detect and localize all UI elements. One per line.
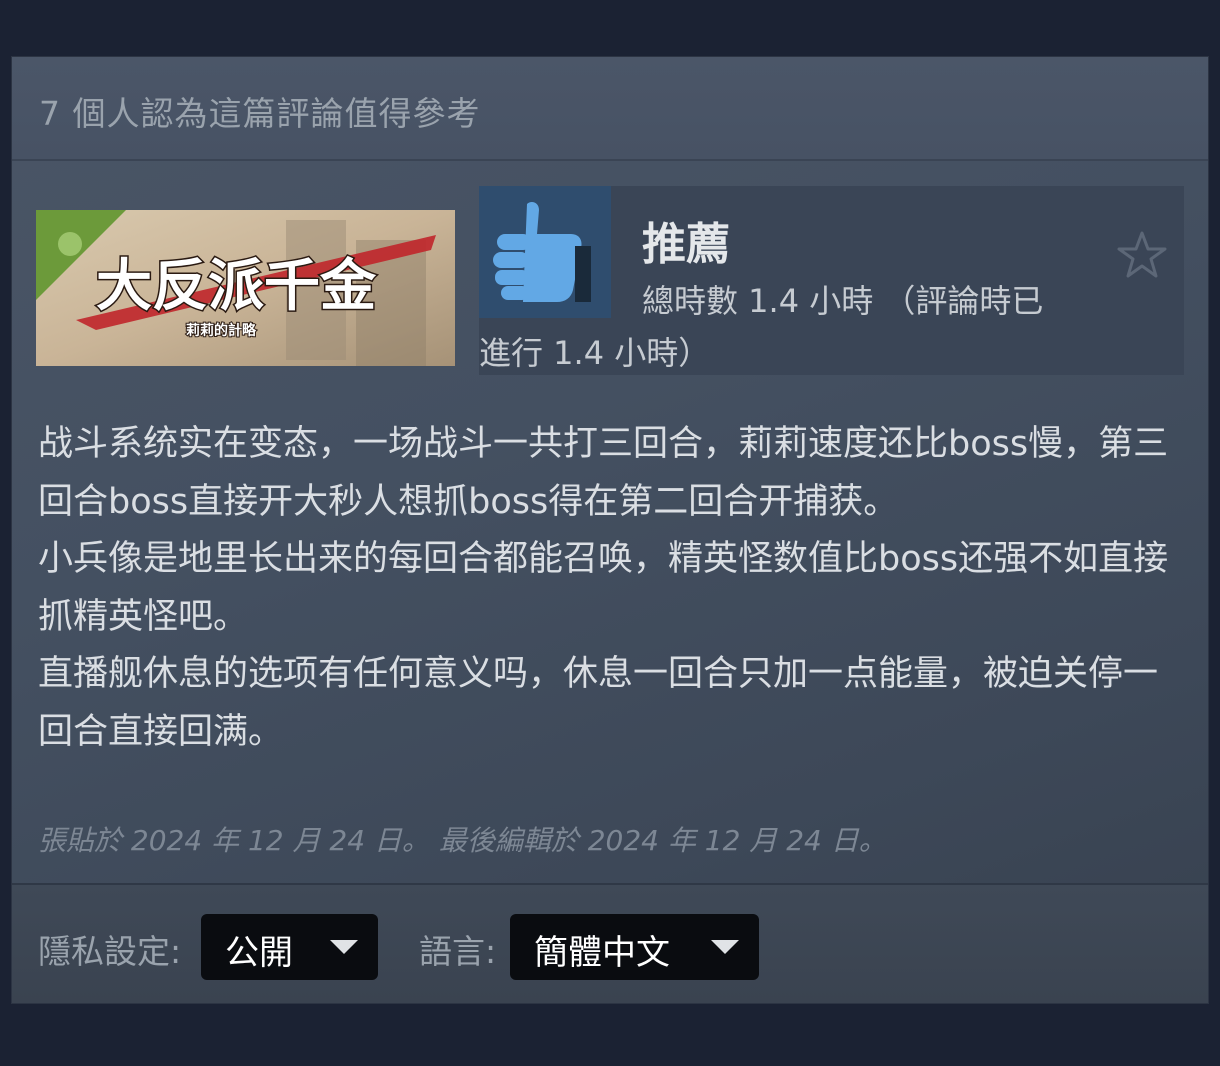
playtime-text-line1: 總時數 1.4 小時 （評論時已 bbox=[642, 282, 1044, 320]
chevron-down-icon bbox=[330, 940, 358, 954]
review-body: 战斗系统实在变态，一场战斗一共打三回合，莉莉速度还比boss慢，第三回合boss… bbox=[38, 416, 1188, 761]
recommendation-box: 推薦 總時數 1.4 小時 （評論時已 進行 1.4 小時） bbox=[479, 186, 1184, 375]
helpful-count-text: 7 個人認為這篇評論值得參考 bbox=[39, 94, 481, 133]
star-icon[interactable] bbox=[1116, 230, 1168, 282]
game-capsule-image[interactable]: 大反派千金 莉莉的計略 bbox=[36, 210, 455, 366]
recommendation-label: 推薦 bbox=[642, 219, 730, 270]
playtime-text-line2: 進行 1.4 小時） bbox=[479, 334, 711, 372]
review-paragraph: 战斗系统实在变态，一场战斗一共打三回合，莉莉速度还比boss慢，第三回合boss… bbox=[38, 424, 1169, 522]
language-select[interactable]: 簡體中文 bbox=[510, 914, 759, 980]
review-paragraph: 直播舰休息的选项有任何意义吗，休息一回合只加一点能量，被迫关停一回合直接回满。 bbox=[38, 654, 1159, 752]
game-title-art: 大反派千金 bbox=[96, 253, 377, 319]
game-subtitle-art: 莉莉的計略 bbox=[186, 322, 257, 339]
privacy-select-value: 公開 bbox=[225, 933, 293, 973]
review-paragraph: 小兵像是地里长出来的每回合都能召唤，精英怪数值比boss还强不如直接抓精英怪吧。 bbox=[38, 539, 1169, 637]
chevron-down-icon bbox=[711, 940, 739, 954]
review-card: 7 個人認為這篇評論值得參考 大反派千金 莉莉的計略 推薦 總時數 1.4 小時… bbox=[12, 57, 1208, 1003]
language-select-value: 簡體中文 bbox=[534, 933, 670, 973]
settings-bar: 隱私設定: 公開 語言: 簡體中文 bbox=[12, 885, 1208, 1003]
thumbs-up-icon bbox=[479, 186, 611, 318]
helpful-bar: 7 個人認為這篇評論值得參考 bbox=[12, 57, 1208, 161]
posted-date: 張貼於 2024 年 12 月 24 日。 最後編輯於 2024 年 12 月 … bbox=[38, 824, 887, 857]
privacy-label: 隱私設定: bbox=[38, 932, 182, 971]
privacy-select[interactable]: 公開 bbox=[201, 914, 378, 980]
language-label: 語言: bbox=[419, 932, 497, 971]
